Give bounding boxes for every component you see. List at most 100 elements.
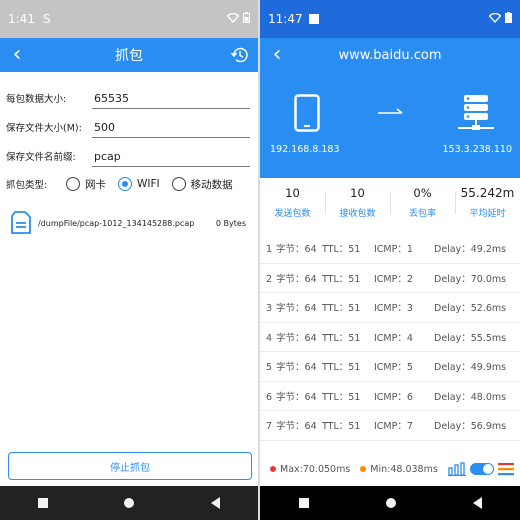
bar-chart-icon[interactable] (448, 462, 466, 476)
file-name: /dumpFile/pcap-1012_134145288.pcap (38, 218, 195, 228)
ping-delay: Delay：55.5ms (434, 332, 507, 344)
page-title: www.baidu.com (338, 47, 442, 63)
ping-seq: 3 (266, 303, 273, 315)
radio-circle (66, 177, 80, 191)
remote-ip: 153.3.238.110 (442, 144, 512, 155)
ping-row: 1 字节：64 TTL：51 ICMP：1 Delay：49.2ms (260, 234, 520, 264)
app-bar: ‹ 抓包 (0, 38, 258, 72)
history-icon[interactable] (230, 45, 250, 65)
status-bar: 1:41 S (0, 0, 258, 38)
system-nav-bar (0, 486, 258, 520)
prefix-label: 保存文件名前缀: (6, 152, 76, 163)
ping-footer: Max:70.050ms Min:48.038ms (260, 454, 520, 484)
file-icon (11, 211, 31, 234)
stat-value: 0% (413, 186, 432, 200)
home-icon[interactable] (385, 498, 396, 508)
ping-row: 5 字节：64 TTL：51 ICMP：5 Delay：49.9ms (260, 352, 520, 382)
ping-stats: 10 发送包数 10 接收包数 0% 丢包率 55.242m 平均延时 (260, 178, 520, 226)
radio-label: 移动数据 (190, 178, 233, 191)
prefix-input[interactable]: pcap (92, 150, 250, 167)
ping-row: 7 字节：64 TTL：51 ICMP：7 Delay：56.9ms (260, 411, 520, 441)
ping-seq: 7 (266, 421, 273, 433)
back-nav-icon[interactable] (210, 497, 220, 509)
capture-type-label: 抓包类型: (6, 180, 48, 191)
stat-sent: 10 发送包数 (260, 178, 325, 226)
ping-ttl: TTL：51 (322, 362, 361, 374)
packet-size-label: 每包数据大小: (6, 94, 67, 105)
home-icon[interactable] (124, 498, 135, 508)
ping-row: 2 字节：64 TTL：51 ICMP：2 Delay：70.0ms (260, 264, 520, 293)
ping-bytes: 字节：64 (276, 303, 317, 315)
ping-delay: Delay：56.9ms (434, 421, 507, 433)
stat-label: 发送包数 (274, 209, 311, 219)
back-icon[interactable]: ‹ (0, 38, 34, 72)
ping-icmp: ICMP：7 (374, 421, 413, 433)
ping-seq-bytes: 1 字节：64 (266, 241, 322, 255)
phone-icon (294, 94, 320, 132)
stat-label: 平均延时 (469, 209, 506, 219)
stat-label: 接收包数 (339, 209, 376, 219)
ping-result-list: 1 字节：64 TTL：51 ICMP：1 Delay：49.2ms 2 字节：64 TTL：… (260, 234, 520, 441)
capture-type-group: 抓包类型: 网卡 WIFI 移动数据 (6, 169, 252, 199)
radio-circle (171, 177, 186, 191)
radio-label: 网卡 (85, 178, 106, 191)
ping-ttl: TTL：51 (322, 273, 361, 285)
max-delay-text: Max:70.050ms (280, 463, 351, 475)
page-title: 抓包 (115, 48, 143, 64)
ping-bytes: 字节：64 (276, 391, 317, 403)
ping-seq: 4 (266, 332, 273, 344)
file-size-input[interactable]: 500 (92, 121, 250, 138)
radio-label: WIFI (137, 178, 160, 190)
recents-icon[interactable] (298, 498, 309, 508)
battery-icon (505, 12, 512, 26)
recents-icon[interactable] (38, 498, 49, 508)
battery-icon (243, 12, 250, 26)
menu-icon[interactable] (498, 462, 514, 476)
ping-delay: Delay：48.0ms (434, 391, 507, 403)
ping-bytes: 字节：64 (276, 362, 317, 374)
file-size-label: 保存文件大小(M): (6, 123, 82, 134)
min-dot (360, 466, 367, 472)
ping-icmp: ICMP：5 (374, 362, 413, 374)
capture-file-item[interactable]: /dumpFile/pcap-1012_134145288.pcap 0 Byt… (0, 207, 258, 239)
ping-seq-bytes: 5 字节：64 (266, 359, 322, 373)
back-nav-icon[interactable] (472, 497, 482, 509)
ping-delay: Delay：49.2ms (434, 244, 507, 256)
system-nav-bar (260, 486, 520, 520)
stat-received: 10 接收包数 (325, 178, 390, 226)
ping-icmp: ICMP：2 (374, 273, 413, 285)
radio-circle-selected (118, 177, 132, 191)
ping-seq: 5 (266, 362, 273, 374)
right-screen: 11:47 ‹ www.baidu.com 192.168.8.183 153.… (260, 0, 520, 520)
wifi-icon (488, 12, 502, 26)
ping-row: 6 字节：64 TTL：51 ICMP：6 Delay：48.0ms (260, 382, 520, 411)
ping-seq: 1 (266, 244, 273, 256)
radio-wifi[interactable]: WIFI (118, 177, 160, 191)
ping-bytes: 字节：64 (276, 332, 317, 344)
radio-nic[interactable]: 网卡 (66, 177, 106, 192)
status-time: 1:41 (8, 12, 35, 26)
ping-delay: Delay：70.0ms (434, 273, 507, 285)
ping-ttl: TTL：51 (322, 244, 361, 256)
ping-icmp: ICMP：6 (374, 391, 413, 403)
packet-size-input[interactable]: 65535 (92, 92, 250, 109)
stat-loss: 0% 丢包率 (390, 178, 455, 226)
radio-mobile-data[interactable]: 移动数据 (171, 177, 233, 192)
server-icon (458, 95, 494, 130)
stop-capture-button[interactable]: 停止抓包 (8, 452, 252, 480)
notification-icon (308, 14, 319, 24)
ping-row: 4 字节：64 TTL：51 ICMP：4 Delay：55.5ms (260, 323, 520, 352)
toggle-icon[interactable] (470, 463, 494, 475)
arrow-right-icon (378, 108, 403, 114)
left-screen: 1:41 S ‹ 抓包 每包数据大小: 65535 保存文件大小(M): 500… (0, 0, 258, 520)
ping-delay: Delay：52.6ms (434, 303, 507, 315)
ping-seq-bytes: 6 字节：64 (266, 389, 322, 403)
capture-form: 每包数据大小: 65535 保存文件大小(M): 500 保存文件名前缀: pc… (0, 72, 258, 199)
ping-bytes: 字节：64 (276, 244, 317, 256)
back-icon[interactable]: ‹ (260, 38, 294, 72)
ping-ttl: TTL：51 (322, 332, 361, 344)
stat-value: 10 (350, 186, 365, 200)
ping-bytes: 字节：64 (276, 421, 317, 433)
status-bar: 11:47 (260, 0, 520, 38)
ping-icmp: ICMP：1 (374, 244, 413, 256)
